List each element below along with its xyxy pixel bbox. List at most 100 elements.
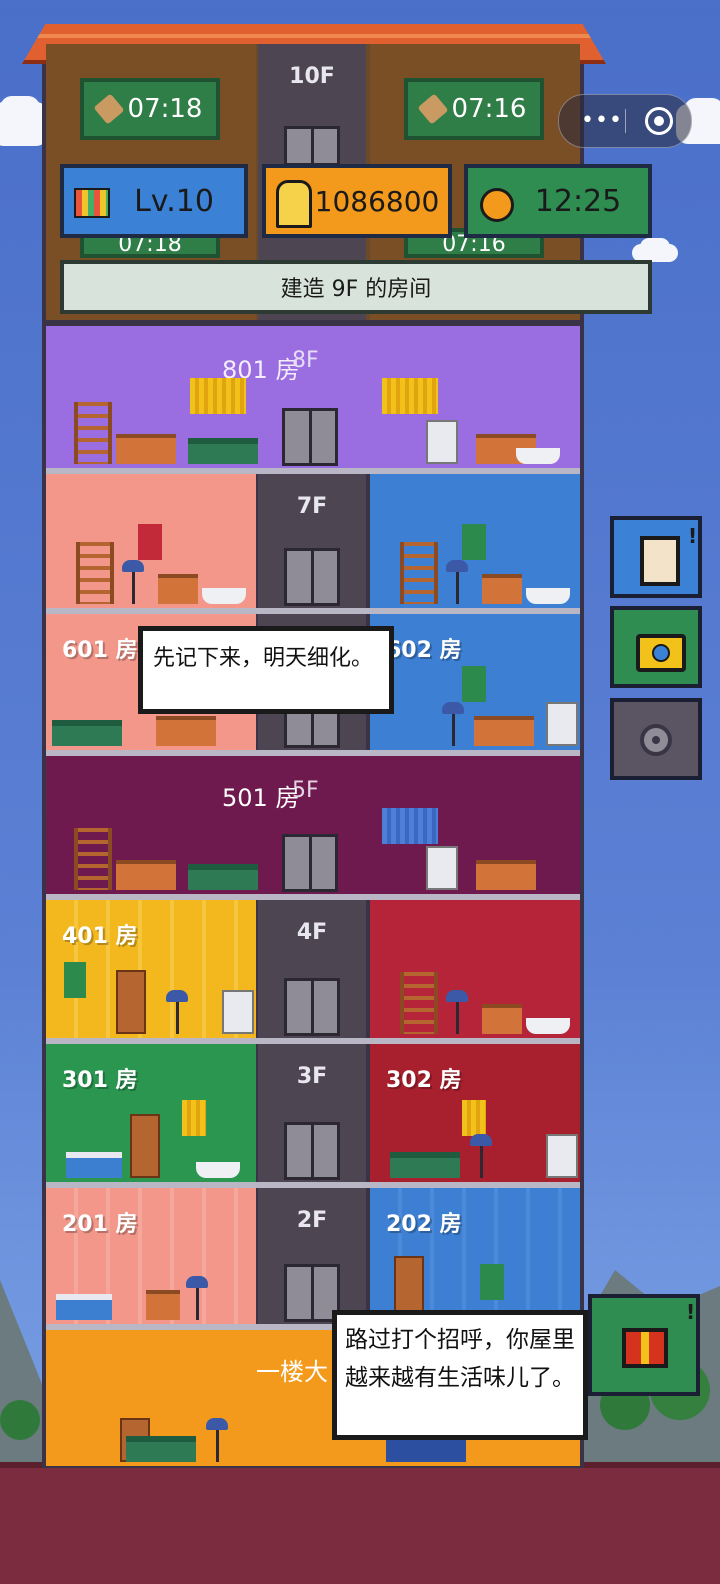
room-202[interactable]: 202 房 xyxy=(370,1188,580,1324)
bathtub xyxy=(516,448,560,464)
bed xyxy=(66,1152,122,1178)
hammer-icon xyxy=(417,93,449,125)
room-402[interactable] xyxy=(370,900,580,1038)
curtain xyxy=(182,1100,206,1136)
sofa xyxy=(52,720,122,746)
elevator-door[interactable] xyxy=(282,834,338,892)
floor-label-8f: 8F xyxy=(292,348,319,373)
desk xyxy=(476,860,536,890)
fridge xyxy=(546,1134,578,1178)
room-701[interactable] xyxy=(46,474,256,608)
camera-lens xyxy=(652,644,670,662)
shelf xyxy=(130,1114,160,1178)
lamp xyxy=(206,1418,228,1462)
room-label-501: 501 房 xyxy=(222,784,300,812)
coin-icon xyxy=(276,180,312,228)
lamp xyxy=(446,560,468,604)
hammer-icon xyxy=(93,93,125,125)
floor-8[interactable]: 801 房 8F xyxy=(46,326,580,474)
settings-button[interactable] xyxy=(610,698,702,780)
build-timer-right[interactable]: 07:16 xyxy=(404,78,544,140)
curtain xyxy=(480,1264,504,1300)
sofa xyxy=(188,864,258,890)
floor-label-10f: 10F xyxy=(289,64,335,89)
lamp xyxy=(442,702,464,746)
level-text: Lv.10 xyxy=(134,183,214,219)
sofa xyxy=(390,1152,460,1178)
ladder xyxy=(400,542,438,604)
elevator-door[interactable] xyxy=(284,978,340,1036)
desk xyxy=(146,1290,180,1320)
build-room-button[interactable]: 建造 9F 的房间 xyxy=(60,260,652,314)
cloud xyxy=(0,96,40,140)
build-timer-right-text: 07:16 xyxy=(451,94,527,124)
gift-button[interactable]: ! xyxy=(588,1294,700,1396)
room-label-602: 602 房 xyxy=(386,638,462,663)
curtain xyxy=(462,524,486,560)
fridge xyxy=(222,990,254,1034)
desk xyxy=(482,1004,522,1034)
desk xyxy=(116,434,176,464)
room-302[interactable]: 302 房 xyxy=(370,1044,580,1182)
elevator-door[interactable] xyxy=(284,548,340,606)
elevator-door[interactable] xyxy=(284,1122,340,1180)
bathtub xyxy=(526,1018,570,1034)
curtain xyxy=(64,962,86,998)
build-timer-left[interactable]: 07:18 xyxy=(80,78,220,140)
build-timer-left-text: 07:18 xyxy=(127,94,203,124)
coin-panel[interactable]: 1086800 xyxy=(262,164,452,238)
floor-label-5f: 5F xyxy=(292,778,319,803)
floor-label-2f: 2F xyxy=(296,1208,328,1233)
elevator-door[interactable] xyxy=(282,408,338,466)
task-button[interactable]: ! xyxy=(610,516,702,598)
room-401[interactable]: 401 房 xyxy=(46,900,256,1038)
ladder xyxy=(74,828,112,890)
fridge xyxy=(426,420,458,464)
lamp xyxy=(470,1134,492,1178)
target-circle-icon[interactable] xyxy=(645,107,673,135)
room-702[interactable] xyxy=(370,474,580,608)
shelf xyxy=(116,970,146,1034)
level-panel[interactable]: Lv.10 xyxy=(60,164,248,238)
room-301[interactable]: 301 房 xyxy=(46,1044,256,1182)
curtain xyxy=(190,378,246,414)
camera-button[interactable] xyxy=(610,606,702,688)
ladder xyxy=(76,542,114,604)
speech-bubble-note: 先记下来，明天细化。 xyxy=(138,626,394,714)
gift-ribbon xyxy=(641,1332,649,1364)
floor-label-3f: 3F xyxy=(296,1064,328,1089)
ladder xyxy=(74,402,112,464)
clipboard-icon xyxy=(640,536,680,586)
bathtub xyxy=(202,588,246,604)
room-201[interactable]: 201 房 xyxy=(46,1188,256,1324)
floor-7[interactable]: 7F xyxy=(46,474,580,614)
lamp xyxy=(122,560,144,604)
bathtub xyxy=(196,1162,240,1178)
curtain xyxy=(138,524,162,560)
gift-icon xyxy=(622,1328,668,1368)
curtain xyxy=(382,378,438,414)
room-label-301: 301 房 xyxy=(62,1068,138,1093)
more-dots-icon[interactable]: ••• xyxy=(581,110,623,132)
capsule-divider xyxy=(625,109,626,133)
gear-icon xyxy=(640,724,672,756)
floor-4[interactable]: 401 房 4F xyxy=(46,900,580,1044)
clock-icon xyxy=(480,188,514,222)
floor-3[interactable]: 301 房 3F 302 房 xyxy=(46,1044,580,1188)
floor-5[interactable]: 501 房 5F xyxy=(46,756,580,900)
notification-mark: ! xyxy=(688,524,698,548)
desk xyxy=(156,716,216,746)
build-room-label: 建造 9F 的房间 xyxy=(280,277,432,302)
clock-time: 12:25 xyxy=(534,183,622,219)
room-label-401: 401 房 xyxy=(62,924,138,949)
floor-2[interactable]: 201 房 2F 202 房 xyxy=(46,1188,580,1330)
fridge xyxy=(546,702,578,746)
cloud xyxy=(640,238,670,256)
bathtub xyxy=(526,588,570,604)
fridge xyxy=(426,846,458,890)
room-602[interactable]: 602 房 xyxy=(370,614,580,750)
clock-panel[interactable]: 12:25 xyxy=(464,164,652,238)
elevator-2f: 2F xyxy=(258,1188,366,1324)
chart-icon xyxy=(74,188,110,218)
desk xyxy=(158,574,198,604)
